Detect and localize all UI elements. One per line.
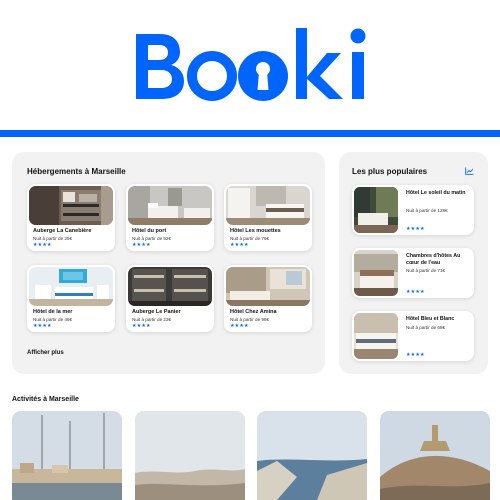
stay-name: Auberge Le Panier (132, 309, 181, 315)
stay-card[interactable]: Hôtel du port Nuit à partir de 52€ ★★★★ (126, 184, 214, 251)
activity-card[interactable] (135, 411, 245, 500)
activity-photo (12, 411, 122, 500)
stay-name: Auberge La Canebière (33, 228, 92, 234)
popular-card[interactable]: Hôtel Bleu et Blanc Nuit à partir de 68€… (352, 311, 474, 361)
popular-photo (354, 250, 398, 296)
stay-photo (29, 267, 113, 306)
rating-stars: ★★★★ (230, 323, 249, 329)
rating-stars: ★★★★ (406, 352, 425, 358)
stay-name: Hôtel Les mouettes (230, 228, 281, 234)
popular-price: Nuit à partir de 68€ (406, 325, 446, 330)
stay-price: Nuit à partir de 46€ (33, 317, 73, 322)
rating-stars: ★★★★ (33, 242, 52, 248)
booki-logo-mark (136, 28, 366, 101)
activity-card[interactable] (257, 411, 367, 500)
activity-photo (380, 411, 490, 500)
popular-title: Les plus populaires (352, 167, 428, 176)
header-divider (0, 130, 500, 137)
stay-card[interactable]: Auberge La Canebière Nuit à partir de 25… (27, 184, 115, 251)
rating-stars: ★★★★ (132, 323, 151, 329)
stay-photo (226, 186, 310, 225)
popular-name: Hôtel Le soleil du matin (406, 190, 466, 196)
popular-name: Chambres d'hôtes Au cœur de l'eau (406, 253, 461, 266)
stays-title: Hébergements à Marseille (27, 167, 126, 176)
stay-photo (128, 267, 212, 306)
popular-price: Nuit à partir de 71€ (406, 268, 446, 273)
show-more-link[interactable]: Afficher plus (27, 350, 64, 356)
stay-price: Nuit à partir de 23€ (132, 317, 172, 322)
rating-stars: ★★★★ (230, 242, 249, 248)
activity-card[interactable] (12, 411, 122, 500)
rating-stars: ★★★★ (132, 242, 151, 248)
activity-card[interactable] (380, 411, 490, 500)
stay-photo (29, 186, 113, 225)
activity-photo (135, 411, 245, 500)
stay-photo (226, 267, 310, 306)
rating-stars: ★★★★ (33, 323, 52, 329)
header (0, 0, 500, 137)
stay-name: Hôtel de la mer (33, 309, 73, 315)
popular-photo (354, 313, 398, 359)
popular-photo (354, 187, 398, 233)
popular-name: Hôtel Bleu et Blanc (406, 316, 455, 322)
stay-card[interactable]: Hôtel de la mer Nuit à partir de 46€ ★★★… (27, 265, 115, 332)
activities-title: Activités à Marseille (12, 396, 79, 403)
booki-logo[interactable] (0, 22, 500, 108)
stay-price: Nuit à partir de 96€ (230, 317, 270, 322)
popular-card[interactable]: Hôtel Le soleil du matin Nuit à partir d… (352, 185, 474, 235)
stay-name: Hôtel du port (132, 228, 167, 234)
stay-card[interactable]: Auberge Le Panier Nuit à partir de 23€ ★… (126, 265, 214, 332)
activity-photo (257, 411, 367, 500)
stay-price: Nuit à partir de 25€ (33, 236, 73, 241)
popular-price: Nuit à partir de 128€ (406, 208, 448, 213)
stay-photo (128, 186, 212, 225)
rating-stars: ★★★★ (406, 289, 425, 295)
stay-price: Nuit à partir de 76€ (230, 236, 270, 241)
popular-card[interactable]: Chambres d'hôtes Au cœur de l'eau Nuit à… (352, 248, 474, 298)
stay-price: Nuit à partir de 52€ (132, 236, 172, 241)
stay-card[interactable]: Hôtel Chez Amina Nuit à partir de 96€ ★★… (224, 265, 312, 332)
stay-name: Hôtel Chez Amina (230, 309, 277, 315)
stay-card[interactable]: Hôtel Les mouettes Nuit à partir de 76€ … (224, 184, 312, 251)
chart-trend-icon (465, 167, 474, 175)
rating-stars: ★★★★ (406, 226, 425, 232)
